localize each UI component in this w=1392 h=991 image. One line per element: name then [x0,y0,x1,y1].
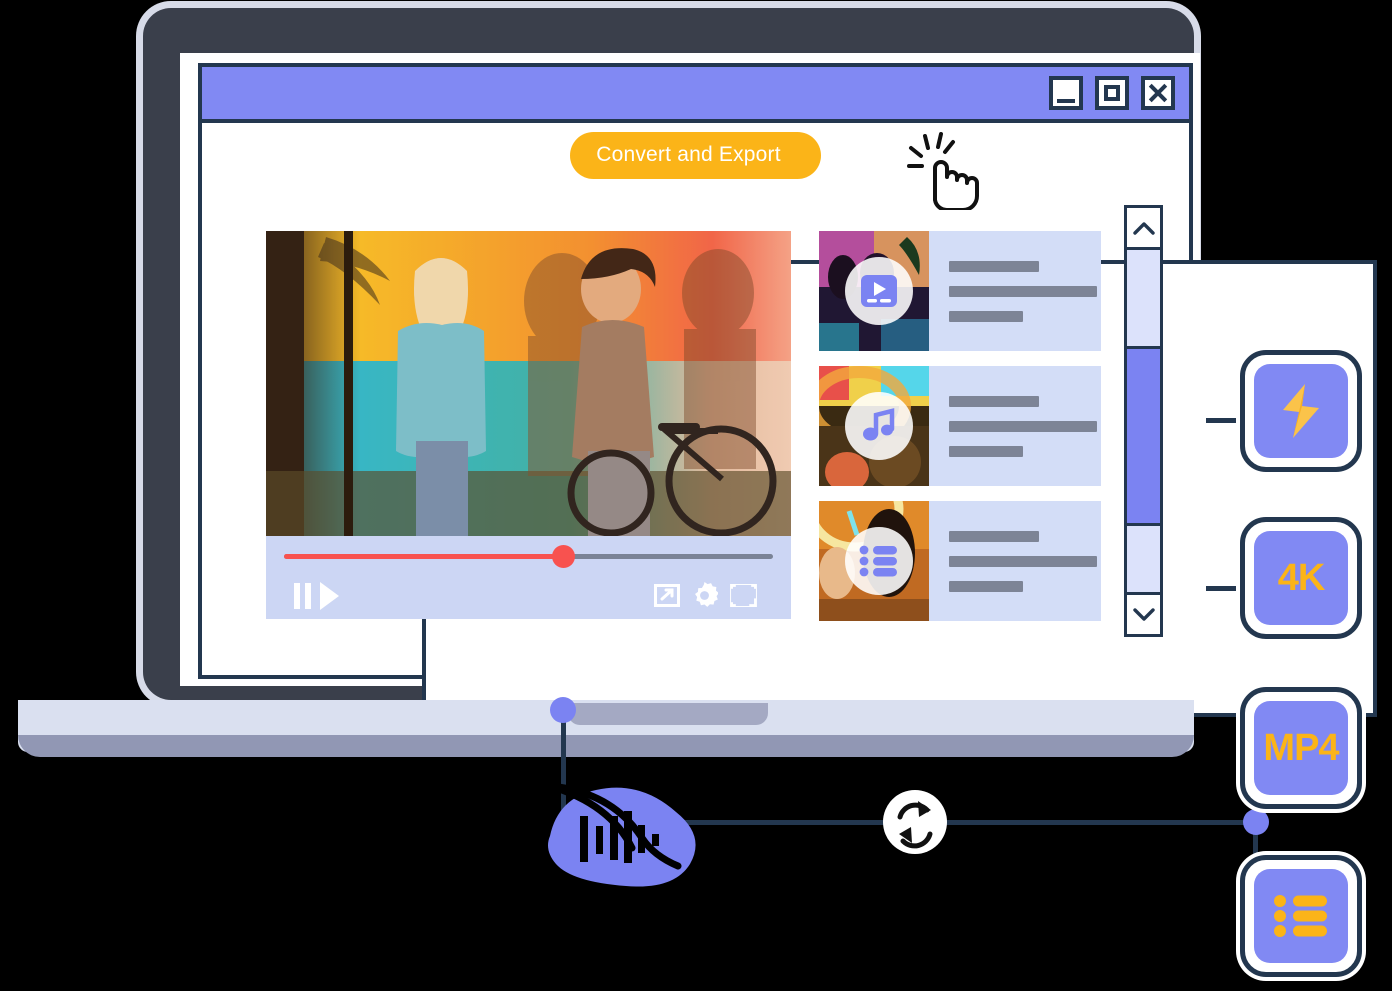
pointing-hand-click-icon [907,132,979,210]
video-file-icon [845,257,913,325]
player-control-bar [266,536,791,619]
video-preview-image [266,231,791,536]
sync-refresh-icon [883,790,947,854]
audio-waveform-icon [546,782,696,887]
title-bar [202,67,1189,123]
item-text-lines [929,366,1111,486]
item-text-lines [929,231,1111,351]
text-line [949,286,1097,297]
list-item[interactable] [819,501,1101,621]
text-line [949,396,1039,407]
convert-and-export-button[interactable]: Convert and Export [570,131,821,179]
connector-node-mp4 [1243,809,1269,835]
minimize-icon[interactable] [1049,76,1083,110]
scrollbar[interactable] [1124,205,1163,637]
thumbnail [819,366,929,486]
scrollbar-thumb[interactable] [1127,346,1160,526]
feature-badge-mp4[interactable]: MP4 [1240,687,1362,809]
chevron-up-icon[interactable] [1127,208,1160,250]
music-note-icon [845,392,913,460]
laptop-trackpad-notch [568,703,768,725]
feature-badge-batch[interactable] [1240,855,1362,977]
text-line [949,261,1039,272]
close-icon[interactable] [1141,76,1175,110]
text-line [949,556,1097,567]
pause-icon[interactable] [294,583,312,609]
laptop-base-lip [18,735,1194,757]
text-line [949,421,1097,432]
list-item[interactable] [819,231,1101,351]
feature-badge-4k[interactable]: 4K [1240,517,1362,639]
thumbnail [819,231,929,351]
gear-icon[interactable] [691,582,718,609]
fullscreen-icon[interactable] [730,584,757,607]
bullet-list-icon [1274,895,1327,937]
feature-badge-speed[interactable] [1240,350,1362,472]
text-line [949,531,1039,542]
progress-scrubber[interactable] [284,545,773,568]
text-line [949,311,1023,322]
lightning-bolt-icon [1283,384,1319,438]
text-line [949,446,1023,457]
maximize-icon[interactable] [1095,76,1129,110]
progress-fill [284,554,563,559]
badge-label: MP4 [1254,701,1348,795]
illustration-canvas: Convert and Export 4K MP4 [0,0,1392,991]
play-icon[interactable] [320,582,339,610]
connector-node-laptop [550,697,576,723]
chevron-down-icon[interactable] [1127,592,1160,634]
list-item[interactable] [819,366,1101,486]
toolbar: Convert and Export [202,119,1189,191]
miniplayer-icon[interactable] [654,584,680,607]
text-line [949,581,1023,592]
badge-label: 4K [1254,531,1348,625]
item-text-lines [929,501,1111,621]
progress-thumb[interactable] [552,545,575,568]
playlist-list-icon [845,527,913,595]
thumbnail [819,501,929,621]
